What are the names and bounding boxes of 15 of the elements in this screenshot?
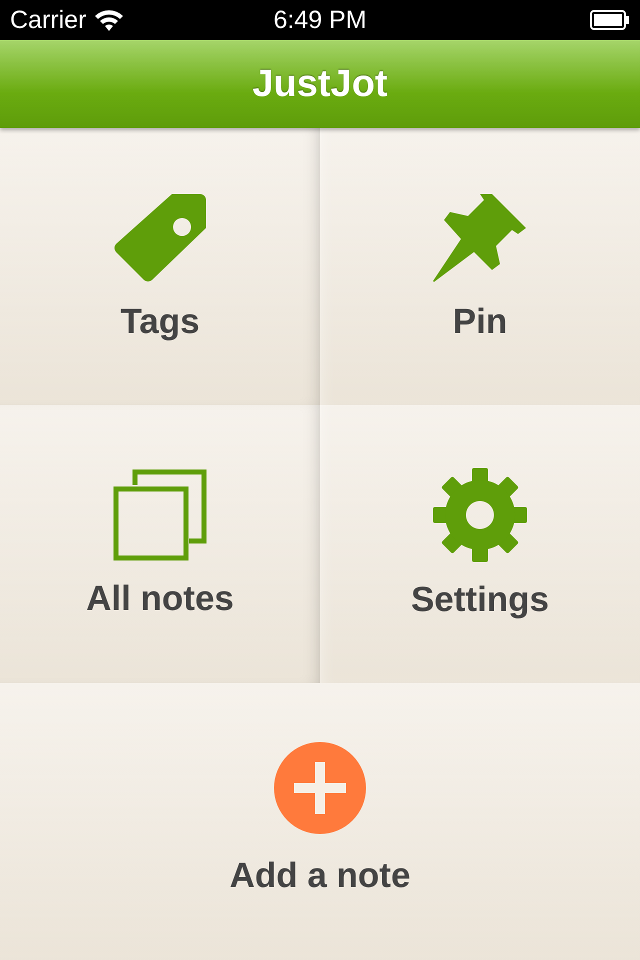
menu-tile[interactable]: Pin <box>320 128 640 405</box>
pushpin-icon <box>432 192 528 284</box>
carrier-label: Carrier <box>10 6 86 34</box>
app-title: JustJot <box>252 62 388 106</box>
add-note-button[interactable]: Add a note <box>0 683 640 960</box>
gear-icon <box>433 468 527 562</box>
menu-tile[interactable]: All notes <box>0 405 320 683</box>
wifi-icon <box>94 9 124 31</box>
menu-tile[interactable]: Tags <box>0 128 320 405</box>
menu-tile[interactable]: Settings <box>320 405 640 683</box>
tag-icon <box>112 192 208 284</box>
battery-icon <box>590 10 630 30</box>
clock-label: 6:49 PM <box>273 6 367 34</box>
stacked-squares-icon <box>113 469 207 561</box>
plus-circle-icon <box>274 742 366 834</box>
